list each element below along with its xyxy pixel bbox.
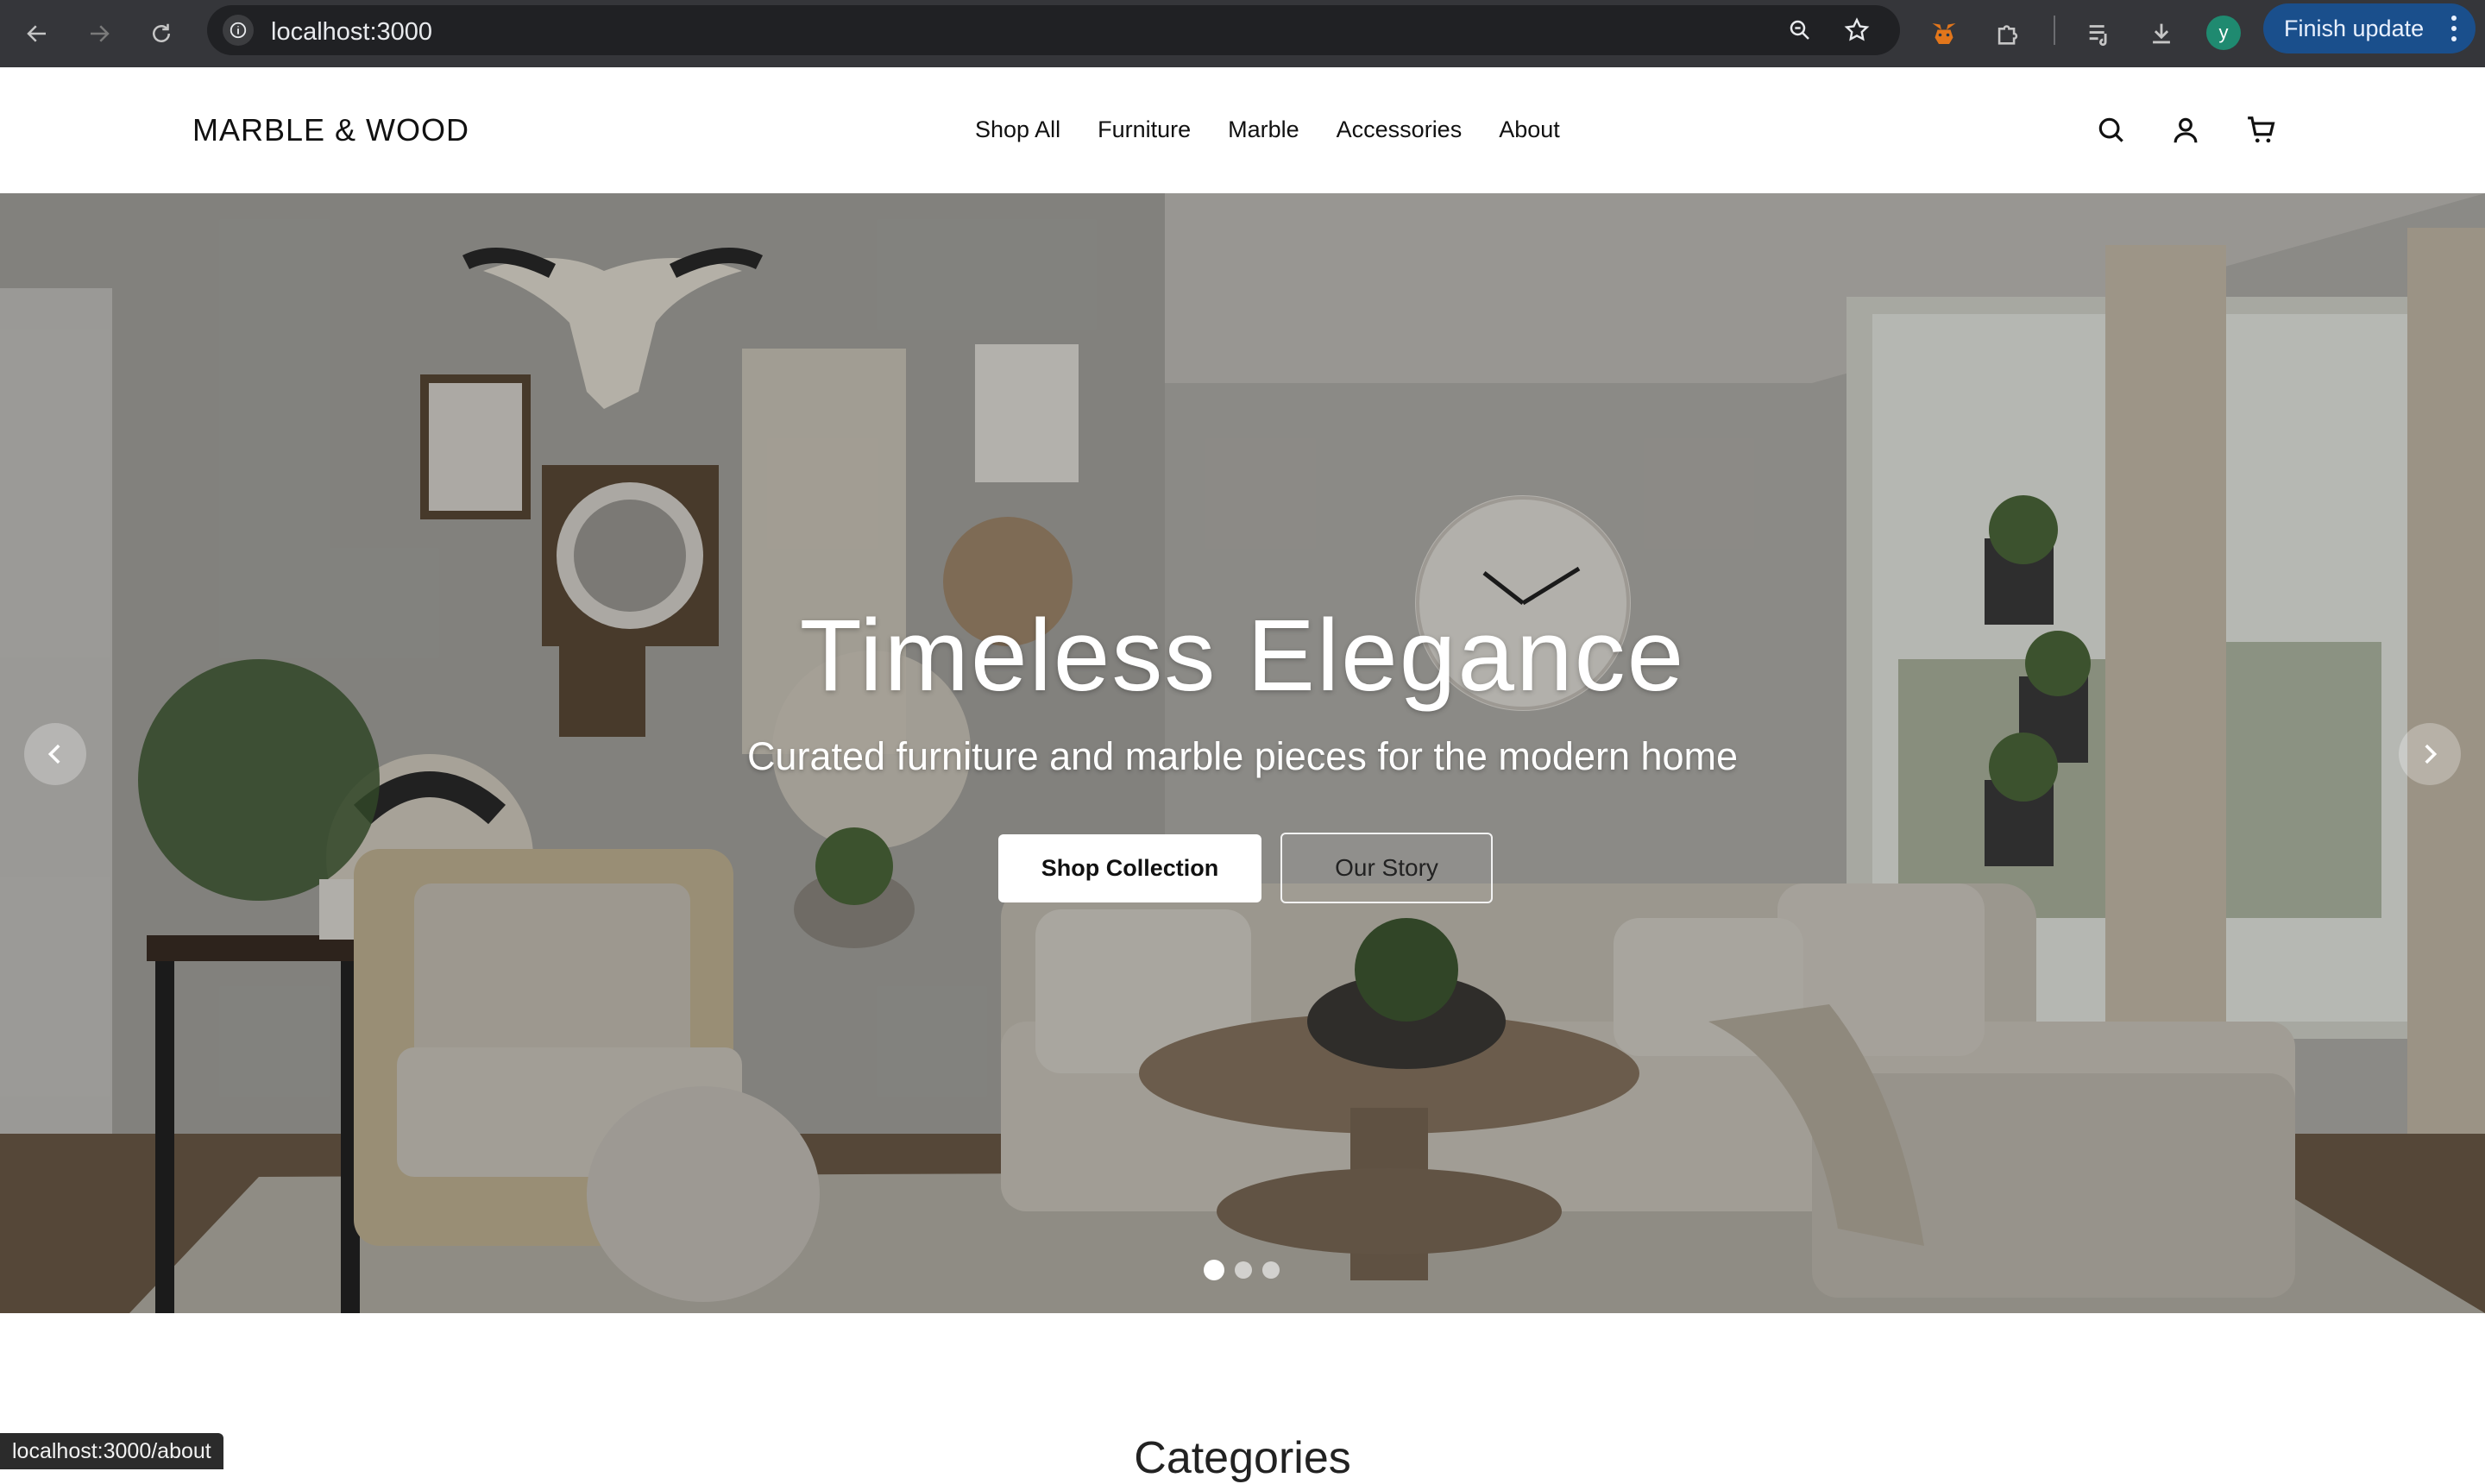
categories-heading: Categories <box>1134 1433 1351 1483</box>
finish-update-label: Finish update <box>2284 15 2425 41</box>
nav-about[interactable]: About <box>1499 116 1560 143</box>
site-header: MARBLE & WOOD Shop All Furniture Marble … <box>0 67 2485 194</box>
cart-icon[interactable] <box>2240 109 2283 152</box>
carousel-dot-3[interactable] <box>1262 1261 1280 1279</box>
hero-subtitle: Curated furniture and marble pieces for … <box>746 734 1739 778</box>
status-bar-link-preview: localhost:3000/about <box>0 1433 223 1469</box>
hero-carousel: Timeless Elegance Curated furniture and … <box>0 193 2485 1313</box>
forward-icon[interactable] <box>78 12 121 55</box>
nav-accessories[interactable]: Accessories <box>1337 116 1463 143</box>
url-text[interactable]: localhost:3000 <box>271 18 432 47</box>
profile-avatar[interactable]: y <box>2206 16 2241 50</box>
finish-update-button[interactable]: Finish update <box>2263 3 2476 53</box>
carousel-dot-1[interactable] <box>1204 1260 1224 1280</box>
user-icon[interactable] <box>2164 109 2207 152</box>
reload-icon[interactable] <box>140 12 183 55</box>
nav-shop-all[interactable]: Shop All <box>975 116 1060 143</box>
shop-collection-button[interactable]: Shop Collection <box>998 834 1261 902</box>
media-queue-icon[interactable] <box>2078 12 2121 55</box>
nav-furniture[interactable]: Furniture <box>1098 116 1191 143</box>
extensions-puzzle-icon[interactable] <box>1986 12 2029 55</box>
main-nav: Shop All Furniture Marble Accessories Ab… <box>975 116 1597 143</box>
hero-title: Timeless Elegance <box>799 599 1686 713</box>
download-icon[interactable] <box>2140 12 2183 55</box>
menu-dots-icon <box>2451 16 2457 41</box>
back-icon[interactable] <box>16 12 59 55</box>
our-story-button[interactable]: Our Story <box>1280 833 1493 903</box>
toolbar-divider <box>2054 16 2055 45</box>
carousel-dot-2[interactable] <box>1235 1261 1252 1279</box>
site-info-icon[interactable] <box>223 15 254 46</box>
bookmark-star-icon[interactable] <box>1841 15 1872 46</box>
address-bar[interactable]: localhost:3000 <box>207 5 1900 55</box>
search-icon[interactable] <box>2090 109 2133 152</box>
brand-logo[interactable]: MARBLE & WOOD <box>192 112 469 148</box>
metamask-fox-icon[interactable] <box>1922 12 1966 55</box>
carousel-dots <box>1204 1260 1280 1280</box>
browser-toolbar: localhost:3000 y Finish update <box>0 0 2485 67</box>
zoom-icon[interactable] <box>1784 15 1815 46</box>
nav-marble[interactable]: Marble <box>1228 116 1299 143</box>
